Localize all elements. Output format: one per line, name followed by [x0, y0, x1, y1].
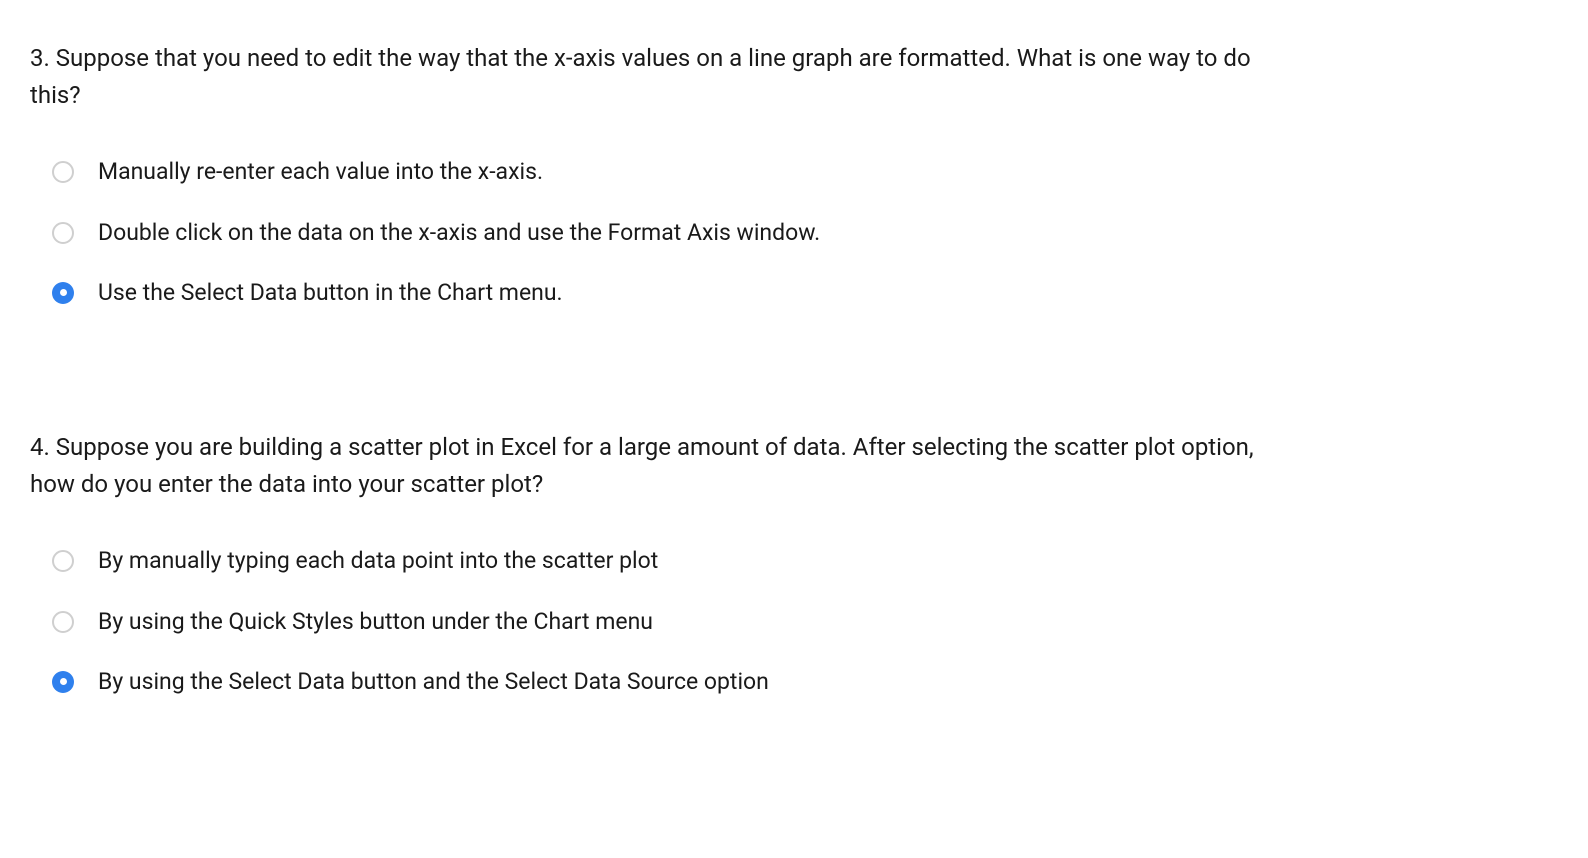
option-label: Double click on the data on the x-axis a…: [98, 217, 820, 249]
radio-icon[interactable]: [52, 161, 74, 183]
option-q3-1[interactable]: Manually re-enter each value into the x-…: [52, 156, 1558, 188]
option-q3-2[interactable]: Double click on the data on the x-axis a…: [52, 217, 1558, 249]
option-q4-2[interactable]: By using the Quick Styles button under t…: [52, 606, 1558, 638]
option-label: By manually typing each data point into …: [98, 545, 658, 577]
question-text: 4. Suppose you are building a scatter pl…: [30, 429, 1270, 503]
option-label: Manually re-enter each value into the x-…: [98, 156, 543, 188]
option-label: By using the Quick Styles button under t…: [98, 606, 653, 638]
radio-icon-selected[interactable]: [52, 671, 74, 693]
radio-icon[interactable]: [52, 550, 74, 572]
option-q3-3[interactable]: Use the Select Data button in the Chart …: [52, 277, 1558, 309]
radio-icon[interactable]: [52, 222, 74, 244]
radio-icon-selected[interactable]: [52, 282, 74, 304]
options-list: By manually typing each data point into …: [30, 545, 1558, 698]
question-block-3: 3. Suppose that you need to edit the way…: [30, 40, 1558, 309]
question-text: 3. Suppose that you need to edit the way…: [30, 40, 1270, 114]
question-number: 4.: [30, 433, 50, 461]
options-list: Manually re-enter each value into the x-…: [30, 156, 1558, 309]
question-number: 3.: [30, 44, 50, 72]
question-block-4: 4. Suppose you are building a scatter pl…: [30, 429, 1558, 698]
radio-icon[interactable]: [52, 611, 74, 633]
option-label: Use the Select Data button in the Chart …: [98, 277, 563, 309]
option-label: By using the Select Data button and the …: [98, 666, 769, 698]
question-body: Suppose you are building a scatter plot …: [30, 433, 1254, 498]
question-body: Suppose that you need to edit the way th…: [30, 44, 1251, 109]
option-q4-1[interactable]: By manually typing each data point into …: [52, 545, 1558, 577]
option-q4-3[interactable]: By using the Select Data button and the …: [52, 666, 1558, 698]
